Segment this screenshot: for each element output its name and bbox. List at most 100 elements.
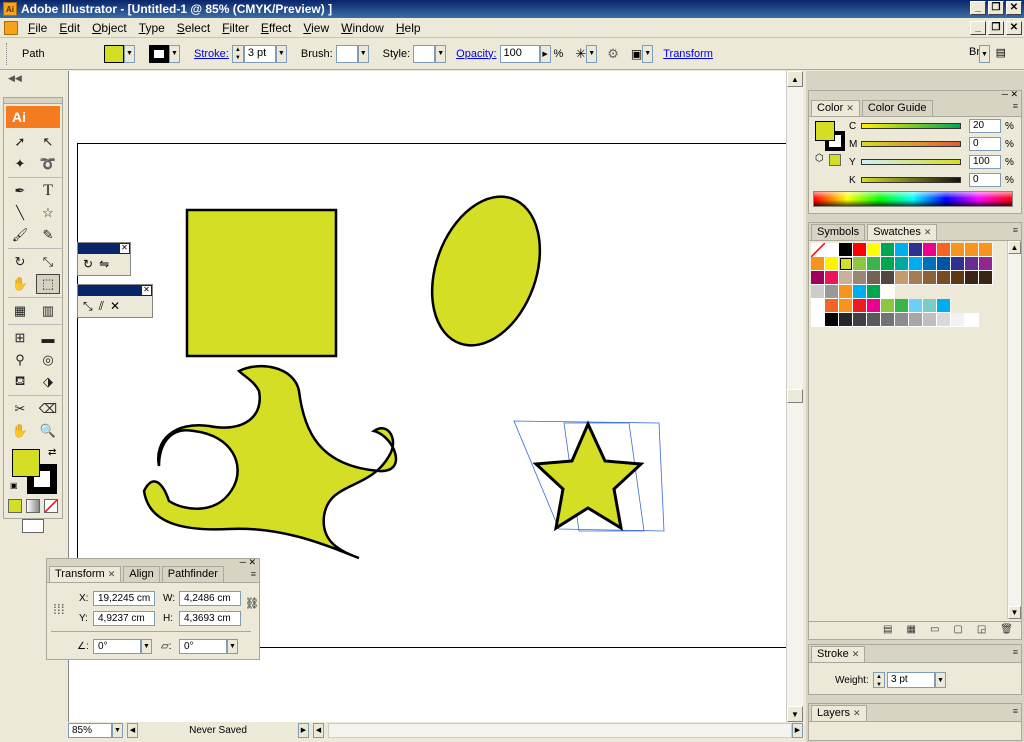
swatch[interactable]	[951, 243, 965, 257]
control-bar-grip[interactable]	[6, 42, 10, 65]
swatch-options-icon[interactable]: ▭	[930, 624, 939, 637]
magenta-field[interactable]: 0	[969, 137, 1001, 151]
swatch[interactable]	[867, 285, 881, 299]
yellow-slider[interactable]	[861, 159, 961, 165]
color-mode-icon[interactable]	[8, 499, 22, 513]
shear-field[interactable]: 0°	[179, 639, 227, 654]
swatch[interactable]	[937, 299, 951, 313]
swatch[interactable]	[895, 243, 909, 257]
tearoff-close-icon[interactable]: ✕	[120, 244, 129, 253]
zoom-field[interactable]: 85%	[68, 722, 112, 738]
color-fill-box[interactable]	[815, 121, 835, 141]
zoom-tool-icon[interactable]: 🔍	[36, 421, 60, 441]
recolor-artwork-icon[interactable]: ✳	[575, 46, 586, 62]
stroke-weight-field[interactable]: 3 pt	[243, 44, 276, 63]
swatch[interactable]	[909, 243, 923, 257]
style-dropdown[interactable]: ▼	[435, 44, 447, 63]
swatch[interactable]	[951, 257, 965, 271]
doc-restore-button[interactable]: ❐	[988, 21, 1004, 35]
swatch[interactable]	[811, 299, 825, 313]
swatches-scroll-down[interactable]: ▼	[1008, 606, 1021, 619]
pen-tool-icon[interactable]: ✒	[8, 181, 32, 201]
new-color-group-icon[interactable]: ▢	[953, 624, 962, 637]
hand-tool-icon[interactable]: ✋	[8, 421, 32, 441]
swatch[interactable]	[979, 243, 993, 257]
menu-select[interactable]: Select	[171, 21, 216, 35]
constrain-proportions-icon[interactable]: ⛓	[245, 597, 259, 610]
swatch[interactable]	[965, 313, 979, 327]
none-mode-icon[interactable]	[44, 499, 58, 513]
swatch[interactable]	[839, 271, 853, 285]
scale-icon[interactable]: ⤡	[83, 299, 93, 314]
swatch[interactable]	[937, 313, 951, 327]
paintbrush-tool-icon[interactable]: 🖌	[8, 225, 32, 245]
menu-type[interactable]: Type	[133, 21, 171, 35]
gradient-tool-icon[interactable]: ▬	[36, 328, 60, 348]
menu-file[interactable]: File	[22, 21, 53, 35]
recolor-dropdown[interactable]: ▼	[586, 44, 598, 63]
swatch[interactable]	[881, 285, 895, 299]
gradient-mode-icon[interactable]	[26, 499, 40, 513]
rotate-dropdown[interactable]: ▼	[141, 639, 152, 654]
fill-swatch[interactable]	[104, 44, 124, 63]
swatches-scroll-up[interactable]: ▲	[1008, 241, 1021, 254]
square-shape[interactable]	[185, 208, 338, 358]
swatch[interactable]	[965, 271, 979, 285]
tab-pathfinder[interactable]: Pathfinder	[161, 566, 224, 582]
opacity-field[interactable]: 100	[499, 44, 540, 63]
default-fill-stroke-icon[interactable]: ▣	[10, 481, 18, 490]
eyedropper-tool-icon[interactable]: ⚲	[8, 350, 32, 370]
rotate-tool-icon[interactable]: ↻	[8, 252, 32, 272]
swatch[interactable]	[839, 299, 853, 313]
swatch[interactable]	[895, 299, 909, 313]
stroke-dropdown[interactable]: ▼	[169, 44, 180, 63]
first-artboard-button[interactable]: ◀	[127, 722, 138, 738]
symbol-sprayer-tool-icon[interactable]: ▦	[8, 301, 32, 321]
scroll-right-button[interactable]: ▶	[792, 722, 803, 738]
swatch[interactable]	[811, 285, 825, 299]
swatch[interactable]	[895, 257, 909, 271]
menu-edit[interactable]: Edit	[53, 21, 86, 35]
swatch[interactable]	[979, 257, 993, 271]
swatch[interactable]	[909, 271, 923, 285]
menu-filter[interactable]: Filter	[216, 21, 255, 35]
layers-panel-menu-icon[interactable]: ≡	[1013, 706, 1018, 716]
swatch[interactable]	[853, 271, 867, 285]
align-dropdown[interactable]: ▼	[642, 44, 654, 63]
tab-layers[interactable]: Layers ✕	[811, 705, 867, 721]
out-of-gamut-icon[interactable]: ⬡	[815, 153, 824, 164]
bridge-dropdown[interactable]: ▼	[979, 45, 990, 63]
swatch[interactable]	[951, 271, 965, 285]
pencil-tool-icon[interactable]: ✎	[36, 225, 60, 245]
menu-window[interactable]: Window	[335, 21, 390, 35]
swatch[interactable]	[853, 285, 867, 299]
control-bar-menu-icon[interactable]: ▤	[996, 46, 1006, 59]
style-field[interactable]	[413, 44, 436, 63]
mesh-tool-icon[interactable]: ⊞	[8, 328, 32, 348]
slice-tool-icon[interactable]: ✂	[8, 399, 32, 419]
h-field[interactable]: 4,3693 cm	[179, 611, 241, 626]
swatch-libraries-icon[interactable]: ▤	[883, 624, 892, 637]
weight-spinner[interactable]: ▲ ▼	[873, 672, 885, 688]
swatch[interactable]	[909, 299, 923, 313]
shear-icon[interactable]: ⫽	[99, 299, 104, 314]
show-swatch-kinds-icon[interactable]: ▦	[906, 624, 915, 637]
swatch[interactable]	[895, 271, 909, 285]
swatch[interactable]	[839, 285, 853, 299]
fill-color-box[interactable]	[12, 449, 40, 477]
color-panel-menu-icon[interactable]: ≡	[1013, 101, 1018, 111]
scroll-left-button[interactable]: ◀	[313, 722, 324, 738]
scale-tool-icon[interactable]: ⤡	[36, 252, 60, 272]
swatch[interactable]	[867, 243, 881, 257]
swatch[interactable]	[937, 257, 951, 271]
swatch[interactable]	[923, 271, 937, 285]
cyan-slider[interactable]	[861, 123, 961, 129]
warp-tool-icon[interactable]: ✋	[8, 274, 32, 294]
scroll-up-button[interactable]: ▲	[787, 71, 803, 87]
selection-tool-icon[interactable]: ➚	[8, 132, 32, 152]
live-paint-tool-icon[interactable]: ⛾	[8, 372, 32, 392]
stroke-panel-menu-icon[interactable]: ≡	[1013, 647, 1018, 657]
restore-button[interactable]: ❐	[988, 1, 1004, 15]
swatch[interactable]	[867, 313, 881, 327]
swatch[interactable]	[979, 271, 993, 285]
